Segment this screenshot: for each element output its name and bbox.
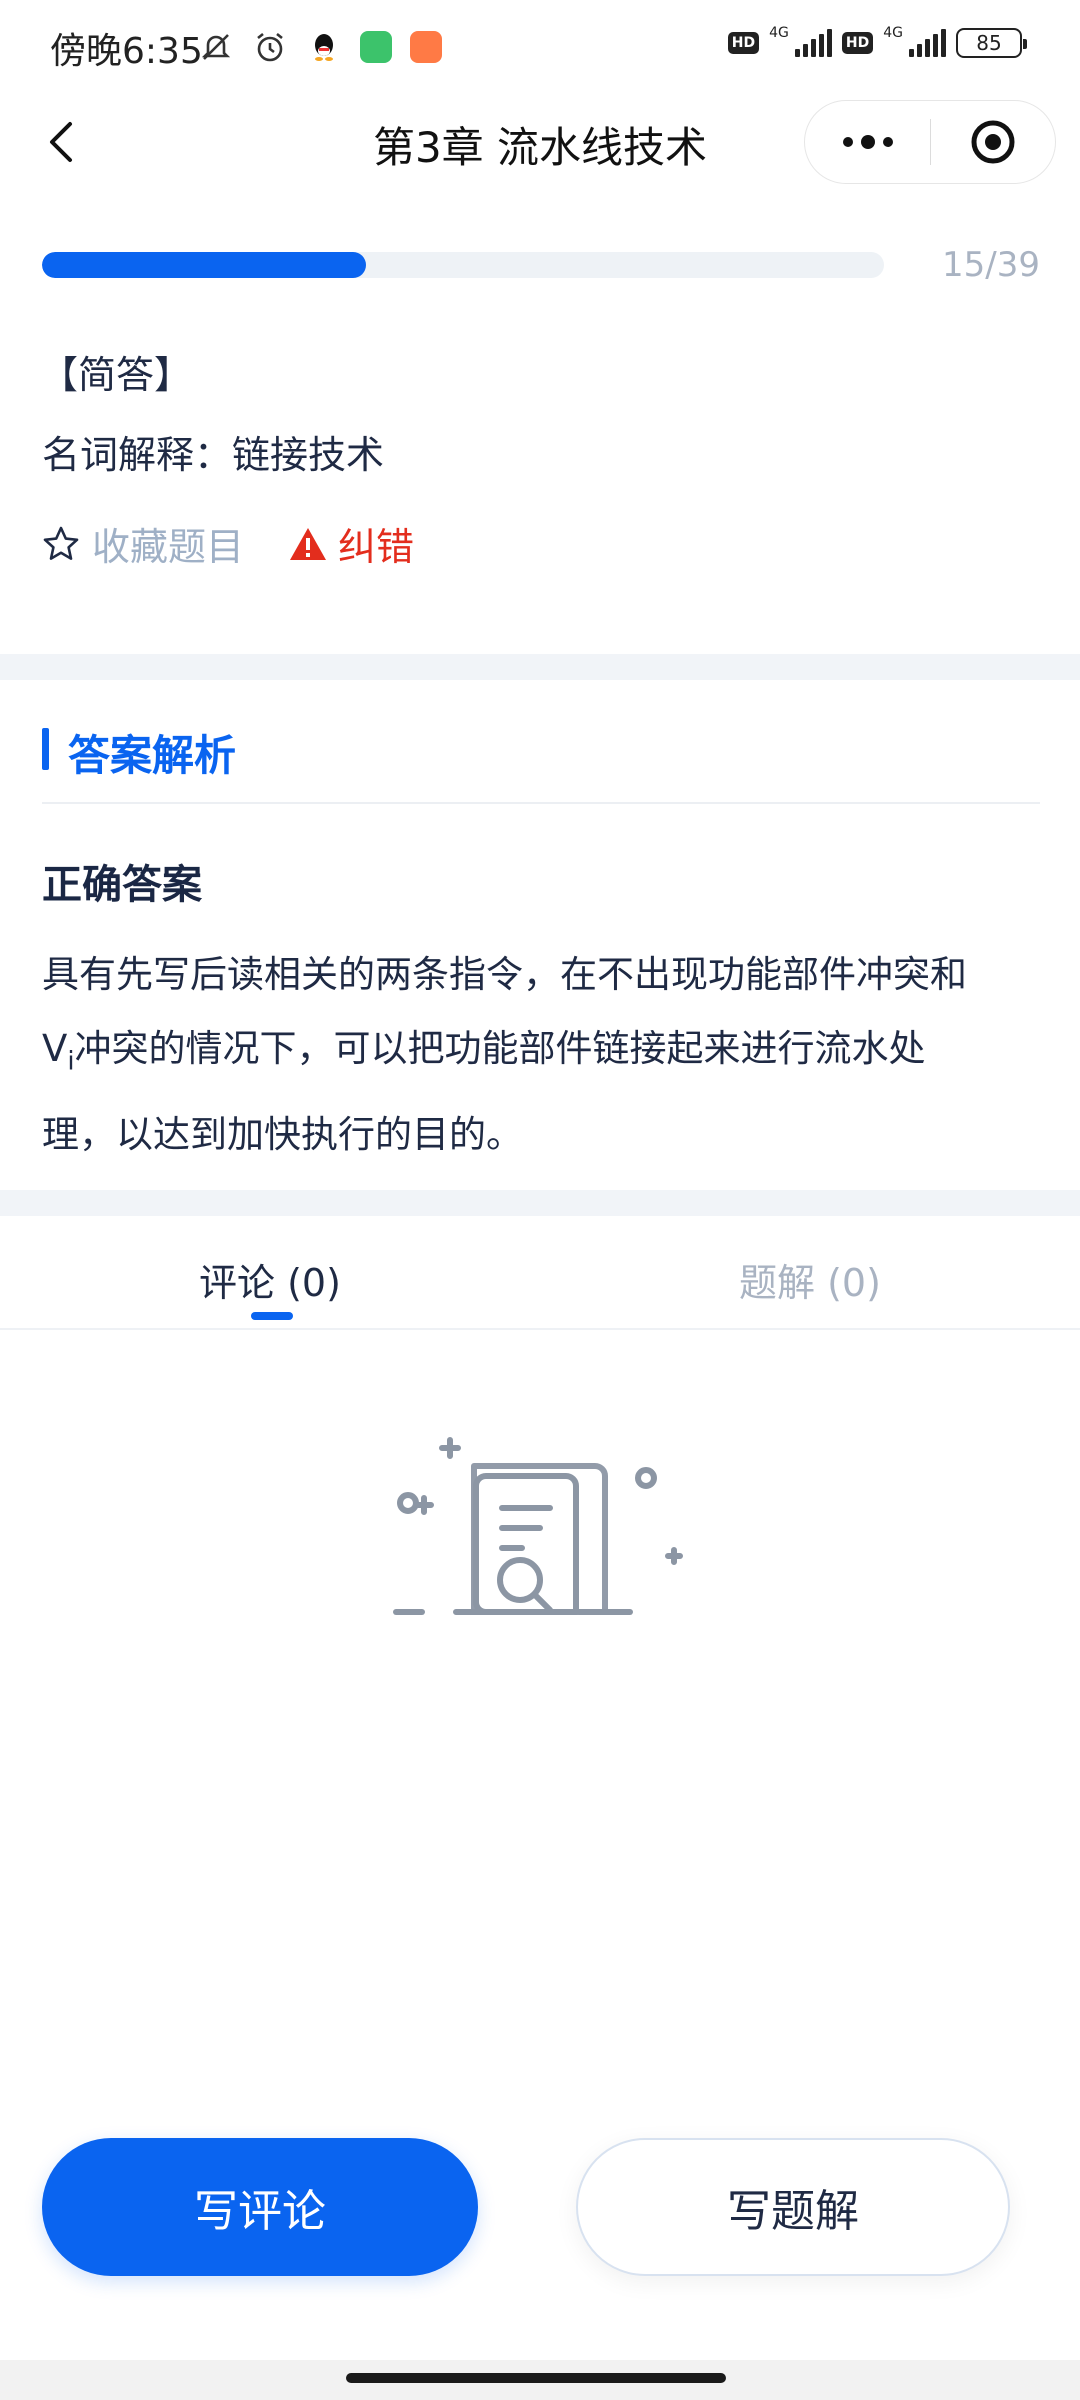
answer-text: 具有先写后读相关的两条指令，在不出现功能部件冲突和 Vi冲突的情况下，可以把功能… [42,938,1042,1172]
tab-bar: 评论 (0) 题解 (0) [0,1216,1080,1330]
question-actions: 收藏题目 纠错 [42,516,414,571]
answer-line: Vi冲突的情况下，可以把功能部件链接起来进行流水处 [42,1012,1042,1098]
answer-section-title: 答案解析 [68,731,237,780]
question-type: 【简答】 [40,353,193,397]
tab-comments[interactable]: 评论 (0) [0,1252,540,1307]
star-icon [43,526,79,560]
answer-variable: V [42,1027,68,1070]
write-comment-button[interactable]: 写评论 [42,2138,478,2276]
report-error-button[interactable]: 纠错 [288,516,414,571]
report-label: 纠错 [338,525,415,569]
hd-badge: HD [841,32,874,54]
warning-icon [290,527,327,560]
progress-counter: 15/39 [942,245,1040,285]
target-close-icon [971,120,1015,164]
status-time: 傍晚6:35 [50,31,203,72]
signal-icon [909,29,946,57]
home-indicator[interactable] [346,2373,726,2383]
status-icons-right: HD 4G HD 4G 85 [727,25,1027,58]
divider [42,802,1040,804]
progress-fill [42,252,366,278]
progress-bar [42,252,884,278]
empty-state-icon [393,1437,683,1615]
qq-icon [315,34,333,61]
close-button[interactable] [931,100,1055,184]
write-solution-button[interactable]: 写题解 [576,2138,1010,2276]
nav-bar: 第3章 流水线技术 [0,96,1080,188]
status-bar: 傍晚6:35 HD 4G HD 4G 85 [0,0,1080,92]
answer-line: 理，以达到加快执行的目的。 [42,1113,523,1157]
tab-solutions[interactable]: 题解 (0) [540,1252,1080,1307]
correct-answer-label: 正确答案 [42,862,202,908]
hd-badge: HD [727,32,760,54]
signal-icon [794,29,832,57]
question-text: 名词解释：链接技术 [42,433,385,477]
green-app-icon [360,31,392,63]
alarm-icon [257,32,283,62]
orange-app-icon [410,31,442,63]
network-label: 4G [769,25,789,41]
section-marker [42,728,49,770]
answer-line: 具有先写后读相关的两条指令，在不出现功能部件冲突和 [42,953,967,996]
status-icons-left [198,24,442,70]
favorite-button[interactable]: 收藏题目 [42,516,244,571]
more-button[interactable] [805,100,930,184]
section-divider [0,1190,1080,1216]
section-divider [0,654,1080,680]
answer-text-segment: 冲突的情况下，可以把功能部件链接起来进行流水处 [74,1027,926,1070]
answer-subscript: i [67,1046,75,1077]
mini-program-capsule [804,100,1056,184]
network-label: 4G [883,25,903,41]
favorite-label: 收藏题目 [92,525,245,569]
battery-icon: 85 [956,28,1027,58]
mute-icon [201,34,231,60]
tab-indicator [251,1312,293,1320]
more-dots-icon [842,135,893,149]
